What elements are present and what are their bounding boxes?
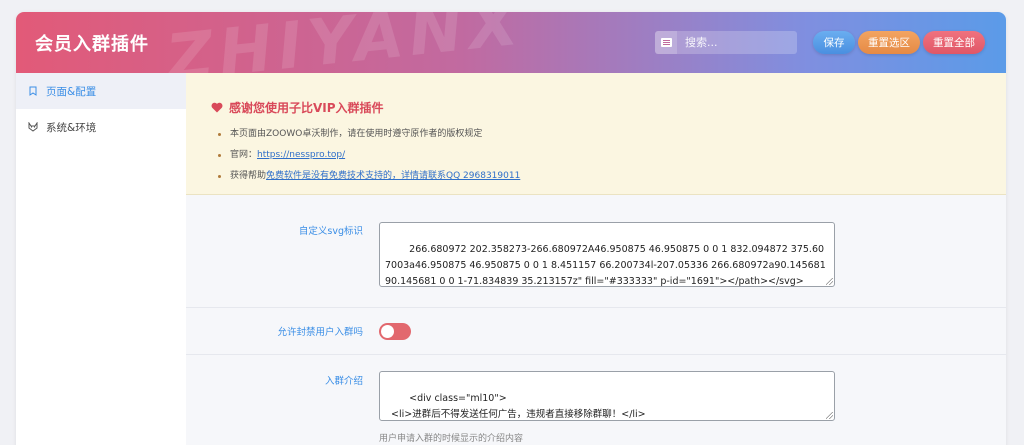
svg-field-label: 自定义svg标识 xyxy=(298,226,363,237)
help-link[interactable]: 免费软件是没有免费技术支持的，详情请联系QQ 2968319011 xyxy=(266,171,520,181)
header-bar: ZHIYANX 会员入群插件 保存 重置选区 重置全部 xyxy=(16,12,1006,73)
app-title: 会员入群插件 xyxy=(35,34,149,55)
toggle-knob xyxy=(381,325,394,338)
website-link[interactable]: https://nesspro.top/ xyxy=(257,150,345,160)
bookmark-icon xyxy=(27,85,39,97)
main-content: 感谢您使用子比VIP入群插件 本页面由ZOOWO卓沃制作，请在使用时遵守原作者的… xyxy=(186,73,1006,445)
sidebar-item-label: 系统&环境 xyxy=(46,121,97,134)
svg-textarea[interactable]: 266.680972 202.358273-266.680972A46.9508… xyxy=(379,222,835,287)
heart-icon xyxy=(211,102,223,113)
notice-item-website: 官网：https://nesspro.top/ xyxy=(216,145,520,166)
sidebar: 页面&配置 系统&环境 xyxy=(16,73,186,445)
resize-grip-icon[interactable] xyxy=(826,412,833,419)
list-icon[interactable] xyxy=(655,31,677,54)
sidebar-item-system-env[interactable]: 系统&环境 xyxy=(16,109,186,145)
notice-title-text: 感谢您使用子比VIP入群插件 xyxy=(229,101,384,115)
field-row-svg: 自定义svg标识 266.680972 202.358273-266.68097… xyxy=(186,195,1006,307)
intro-textarea[interactable]: <div class="ml10"> <li>进群后不得发送任何广告，违规者直接… xyxy=(379,371,835,421)
field-row-intro: 入群介绍 <div class="ml10"> <li>进群后不得发送任何广告，… xyxy=(186,354,1006,445)
notice-panel: 感谢您使用子比VIP入群插件 本页面由ZOOWO卓沃制作，请在使用时遵守原作者的… xyxy=(186,73,1006,195)
intro-hint: 用户申请入群的时候显示的介绍内容 xyxy=(379,434,524,444)
svg-textarea-value: 266.680972 202.358273-266.680972A46.9508… xyxy=(385,244,829,287)
intro-field-label: 入群介绍 xyxy=(324,376,363,387)
intro-textarea-value: <div class="ml10"> <li>进群后不得发送任何广告，违规者直接… xyxy=(391,393,646,420)
field-row-allow-ban: 允许封禁用户入群吗 xyxy=(186,307,1006,354)
reset-all-button[interactable]: 重置全部 xyxy=(923,31,985,54)
notice-item-prefix: 获得帮助 xyxy=(230,171,267,181)
notice-item-copyright: 本页面由ZOOWO卓沃制作，请在使用时遵守原作者的版权规定 xyxy=(216,124,520,145)
allow-ban-label: 允许封禁用户入群吗 xyxy=(277,327,363,338)
resize-grip-icon[interactable] xyxy=(826,278,833,285)
header-watermark: ZHIYANX xyxy=(163,12,528,73)
wolf-icon xyxy=(27,121,39,133)
notice-title: 感谢您使用子比VIP入群插件 xyxy=(211,99,384,116)
sidebar-item-label: 页面&配置 xyxy=(46,85,97,98)
search-input[interactable] xyxy=(679,31,797,54)
sidebar-item-page-config[interactable]: 页面&配置 xyxy=(16,73,186,109)
notice-list: 本页面由ZOOWO卓沃制作，请在使用时遵守原作者的版权规定 官网：https:/… xyxy=(216,124,520,187)
notice-item-text: 本页面由ZOOWO卓沃制作，请在使用时遵守原作者的版权规定 xyxy=(230,129,483,139)
reset-selection-button[interactable]: 重置选区 xyxy=(858,31,920,54)
app-window: ZHIYANX 会员入群插件 保存 重置选区 重置全部 页面&配置 系统&环境 xyxy=(16,12,1006,445)
notice-item-prefix: 官网： xyxy=(230,150,258,160)
save-button[interactable]: 保存 xyxy=(813,31,855,54)
allow-ban-toggle[interactable] xyxy=(379,323,411,340)
search-box[interactable] xyxy=(655,31,797,54)
notice-item-help: 获得帮助免费软件是没有免费技术支持的，详情请联系QQ 2968319011 xyxy=(216,166,520,187)
